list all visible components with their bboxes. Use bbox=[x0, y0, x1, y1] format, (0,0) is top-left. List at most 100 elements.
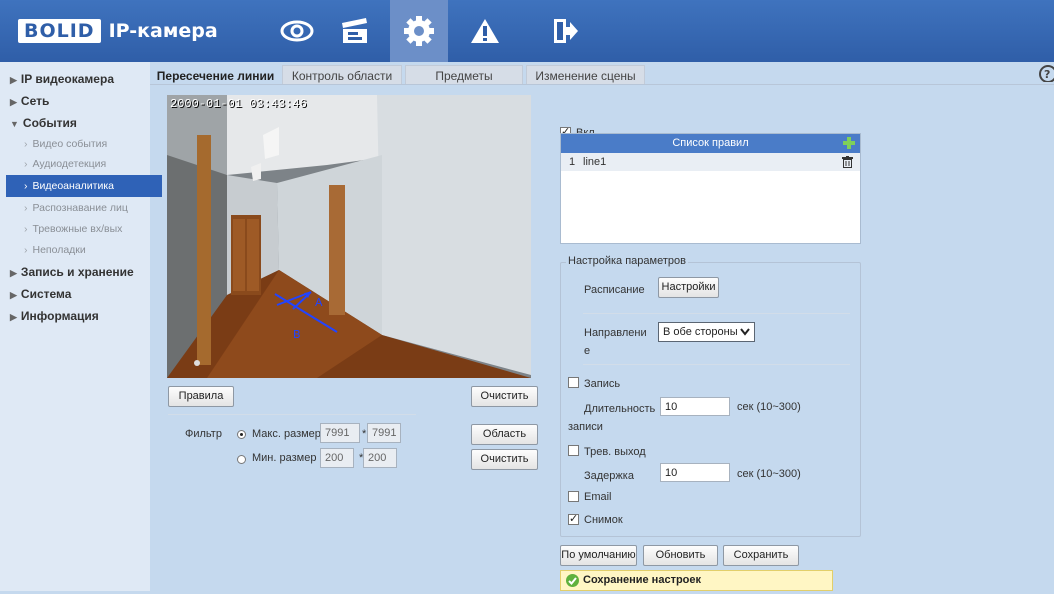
chevron-right-icon: › bbox=[24, 223, 28, 235]
min-width-input[interactable]: 200 bbox=[320, 448, 354, 468]
tab-objects[interactable]: Предметы bbox=[405, 65, 523, 85]
max-height-input[interactable]: 7991 bbox=[367, 423, 401, 443]
rules-list-header: Список правил bbox=[561, 134, 860, 153]
min-size-radio[interactable] bbox=[237, 455, 246, 464]
sidebar-item-events[interactable]: ▼ События bbox=[0, 112, 160, 134]
delay-label: Задержка bbox=[584, 470, 634, 482]
direction-label-line2: е bbox=[584, 345, 591, 357]
exit-icon bbox=[554, 19, 578, 43]
crossing-line-overlay[interactable]: A B bbox=[167, 95, 531, 378]
clear-button[interactable]: Очистить bbox=[471, 386, 538, 407]
logo-brand: BOLID bbox=[18, 19, 101, 43]
chevron-right-icon: › bbox=[24, 180, 28, 192]
max-size-radio[interactable] bbox=[237, 430, 246, 439]
nav-alarm[interactable] bbox=[456, 0, 514, 62]
direction-label-line1: Направлени bbox=[584, 327, 647, 339]
chevron-right-icon: › bbox=[24, 202, 28, 214]
delete-rule-icon[interactable] bbox=[842, 156, 853, 168]
rule-row[interactable]: 1 line1 bbox=[561, 153, 860, 171]
alarm-out-label: Трев. выход bbox=[584, 446, 646, 458]
help-icon[interactable]: ? bbox=[1038, 64, 1054, 83]
alarm-out-checkbox[interactable] bbox=[568, 445, 579, 456]
sidebar-item-info[interactable]: ▶ Информация bbox=[0, 305, 160, 327]
rules-list-title: Список правил bbox=[672, 137, 749, 149]
record-checkbox[interactable] bbox=[568, 377, 579, 388]
rule-index: 1 bbox=[569, 156, 576, 168]
parameters-legend: Настройка параметров bbox=[566, 255, 688, 267]
max-size-label: Макс. размер bbox=[252, 428, 321, 440]
delay-input[interactable]: 10 bbox=[660, 463, 730, 482]
clear-filter-button[interactable]: Очистить bbox=[471, 449, 538, 470]
expand-triangle-icon: ▶ bbox=[10, 75, 17, 85]
chevron-down-icon bbox=[740, 328, 750, 336]
email-checkbox[interactable] bbox=[568, 491, 579, 502]
delay-unit: сек (10~300) bbox=[737, 468, 801, 480]
times-sign: * bbox=[362, 428, 367, 440]
sidebar-item-video-events[interactable]: › Видео события bbox=[0, 133, 174, 155]
expand-triangle-icon: ▶ bbox=[10, 290, 17, 300]
rules-list: Список правил 1 line1 bbox=[560, 133, 861, 244]
success-check-icon bbox=[566, 574, 579, 587]
nav-live-view[interactable] bbox=[268, 0, 326, 62]
sidebar-item-face-recognition[interactable]: › Распознавание лиц bbox=[0, 197, 174, 219]
record-duration-label-line2: записи bbox=[568, 421, 603, 433]
sidebar-item-video-analytics[interactable]: › Видеоаналитика bbox=[6, 175, 162, 197]
chevron-right-icon: › bbox=[24, 158, 28, 170]
min-size-label: Мин. размер bbox=[252, 452, 317, 464]
video-preview[interactable]: 2000-01-01 03:43:46 A B bbox=[167, 95, 531, 378]
direction-select[interactable]: В обе стороны bbox=[658, 322, 755, 342]
chevron-right-icon: › bbox=[24, 138, 28, 150]
expand-triangle-icon: ▶ bbox=[10, 312, 17, 322]
sidebar-item-network[interactable]: ▶ Сеть bbox=[0, 90, 160, 112]
filter-label: Фильтр bbox=[185, 428, 222, 440]
divider bbox=[583, 313, 850, 314]
record-duration-input[interactable]: 10 bbox=[660, 397, 730, 416]
nav-logout[interactable] bbox=[536, 0, 594, 62]
sidebar-item-ip-camera[interactable]: ▶ IP видеокамера bbox=[0, 68, 160, 90]
record-duration-label-line1: Длительность bbox=[584, 403, 656, 415]
snapshot-checkbox[interactable]: ✓ bbox=[568, 514, 579, 525]
nav-playback[interactable] bbox=[326, 0, 384, 62]
snapshot-label: Снимок bbox=[584, 514, 623, 526]
eye-icon bbox=[280, 20, 314, 42]
tab-divider bbox=[150, 84, 1054, 85]
area-button[interactable]: Область bbox=[471, 424, 538, 445]
email-label: Email bbox=[584, 491, 612, 503]
expand-triangle-icon: ▶ bbox=[10, 97, 17, 107]
rule-name: line1 bbox=[583, 156, 607, 168]
status-notice: Сохранение настроек bbox=[560, 570, 833, 591]
min-height-input[interactable]: 200 bbox=[363, 448, 397, 468]
divider bbox=[583, 364, 850, 365]
rules-button[interactable]: Правила bbox=[168, 386, 234, 407]
sidebar-item-audio-detection[interactable]: › Аудиодетекция bbox=[0, 153, 174, 175]
refresh-button[interactable]: Обновить bbox=[643, 545, 718, 566]
logo-product: IP-камера bbox=[108, 20, 218, 42]
schedule-label: Расписание bbox=[584, 284, 645, 296]
warning-icon bbox=[471, 19, 499, 43]
default-button[interactable]: По умолчанию bbox=[560, 545, 637, 566]
divider bbox=[168, 414, 416, 415]
nav-settings[interactable] bbox=[390, 0, 448, 62]
save-button[interactable]: Сохранить bbox=[723, 545, 799, 566]
collapse-triangle-icon: ▼ bbox=[10, 119, 19, 129]
clapperboard-icon bbox=[342, 18, 367, 43]
line-label-a: A bbox=[315, 296, 323, 309]
sidebar-item-recording[interactable]: ▶ Запись и хранение bbox=[0, 261, 160, 283]
sidebar-item-faults[interactable]: › Неполадки bbox=[0, 239, 174, 261]
logo: BOLID IP-камера bbox=[18, 18, 218, 44]
tab-line-crossing[interactable]: Пересечение линии bbox=[152, 65, 279, 85]
tab-area-control[interactable]: Контроль области bbox=[282, 65, 402, 85]
sidebar-item-system[interactable]: ▶ Система bbox=[0, 283, 160, 305]
gear-icon bbox=[404, 16, 434, 46]
schedule-settings-button[interactable]: Настройки bbox=[658, 277, 719, 298]
svg-text:?: ? bbox=[1044, 68, 1050, 81]
tab-scene-change[interactable]: Изменение сцены bbox=[526, 65, 645, 85]
expand-triangle-icon: ▶ bbox=[10, 268, 17, 278]
add-rule-icon[interactable] bbox=[842, 136, 856, 150]
record-label: Запись bbox=[584, 378, 621, 390]
line-label-b: B bbox=[293, 328, 301, 341]
max-width-input[interactable]: 7991 bbox=[320, 423, 360, 443]
sidebar-item-alarm-io[interactable]: › Тревожные вх/вых bbox=[0, 218, 174, 240]
status-notice-text: Сохранение настроек bbox=[583, 574, 702, 586]
chevron-right-icon: › bbox=[24, 244, 28, 256]
